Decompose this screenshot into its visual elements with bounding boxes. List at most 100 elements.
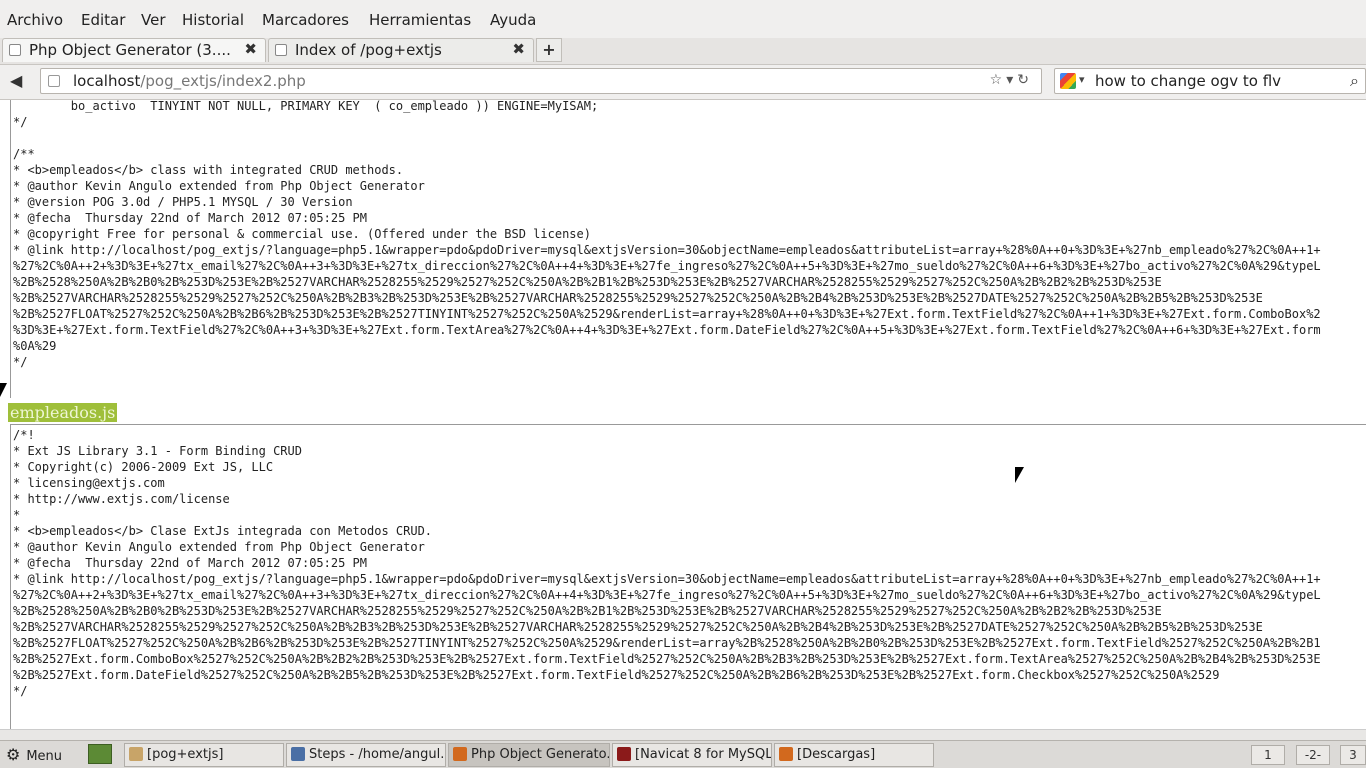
- code-line: * <b>empleados</b> Clase ExtJs integrada…: [13, 524, 433, 538]
- code-line: * @fecha Thursday 22nd of March 2012 07:…: [13, 556, 368, 570]
- code-line: * licensing@extjs.com: [13, 476, 165, 490]
- task-pog-extjs[interactable]: [pog+extjs]: [124, 743, 284, 767]
- start-menu-button[interactable]: ⚙ Menu: [6, 744, 62, 766]
- task-label: [Navicat 8 for MySQL]: [635, 747, 772, 762]
- menu-label: Menu: [26, 749, 63, 764]
- mouse-pointer-icon: [0, 383, 7, 397]
- close-icon[interactable]: ✖: [244, 40, 257, 58]
- url-host: localhost: [73, 72, 141, 90]
- file-label: empleados.js: [8, 403, 118, 422]
- php-code-block: bo_activo TINYINT NOT NULL, PRIMARY KEY …: [13, 100, 1366, 398]
- code-line: * @link http://localhost/pog_extjs/?lang…: [13, 572, 1321, 586]
- js-source-pane: /*! * Ext JS Library 3.1 - Form Binding C…: [10, 424, 1366, 729]
- folder-icon: [129, 747, 143, 761]
- show-desktop-icon[interactable]: [88, 744, 112, 764]
- editor-icon: [291, 747, 305, 761]
- menu-marcadores[interactable]: Marcadores: [262, 11, 349, 29]
- task-steps-terminal[interactable]: Steps - /home/angul...: [286, 743, 446, 767]
- code-line: %0A%29: [13, 339, 57, 353]
- gear-icon: ⚙: [6, 745, 21, 764]
- new-tab-button[interactable]: +: [536, 38, 562, 62]
- task-php-object-generator[interactable]: Php Object Generato...: [448, 743, 610, 767]
- history-dropdown-icon[interactable]: ▾: [1006, 72, 1017, 88]
- code-line: %2B%2527Ext.form.DateField%2527%252C%250…: [13, 668, 1220, 682]
- menu-historial[interactable]: Historial: [182, 11, 244, 29]
- tab-label: Php Object Generator (3....: [29, 41, 231, 59]
- firefox-icon: [453, 747, 467, 761]
- code-line: %2B%2527VARCHAR%2528255%2529%2527%252C%2…: [13, 620, 1263, 634]
- page-icon: [275, 44, 287, 56]
- menu-editar[interactable]: Editar: [81, 11, 125, 29]
- menu-ayuda[interactable]: Ayuda: [490, 11, 536, 29]
- back-arrow-icon[interactable]: ◀: [10, 71, 22, 90]
- tab-index-of-pog-extjs[interactable]: Index of /pog+extjs ✖: [268, 38, 534, 62]
- code-line: %2B%2528%250A%2B%2B0%2B%253D%253E%2B%252…: [13, 604, 1162, 618]
- task-navicat[interactable]: [Navicat 8 for MySQL]: [612, 743, 772, 767]
- code-line: /*!: [13, 428, 35, 442]
- menu-archivo[interactable]: Archivo: [7, 11, 63, 29]
- code-line: bo_activo TINYINT NOT NULL, PRIMARY KEY …: [13, 100, 599, 113]
- tab-label: Index of /pog+extjs: [295, 41, 442, 59]
- task-descargas[interactable]: [Descargas]: [774, 743, 934, 767]
- code-line: /**: [13, 147, 35, 161]
- address-bar-actions: ☆▾↻: [990, 72, 1033, 88]
- php-source-pane: bo_activo TINYINT NOT NULL, PRIMARY KEY …: [10, 100, 1366, 398]
- task-label: Php Object Generato...: [471, 747, 610, 762]
- url-path: /pog_extjs/index2.php: [140, 72, 306, 90]
- code-line: * @author Kevin Angulo extended from Php…: [13, 540, 425, 554]
- code-line: * Ext JS Library 3.1 - Form Binding CRUD: [13, 444, 302, 458]
- bookmark-star-icon[interactable]: ☆: [990, 72, 1007, 88]
- code-line: %2B%2527Ext.form.ComboBox%2527%252C%250A…: [13, 652, 1321, 666]
- code-line: %2B%2527FLOAT%2527%252C%250A%2B%2B6%2B%2…: [13, 307, 1321, 321]
- close-icon[interactable]: ✖: [512, 40, 525, 58]
- navicat-icon: [617, 747, 631, 761]
- code-line: * @author Kevin Angulo extended from Php…: [13, 179, 425, 193]
- download-icon: [779, 747, 793, 761]
- code-line: * @copyright Free for personal & commerc…: [13, 227, 591, 241]
- menu-bar: Archivo Editar Ver Historial Marcadores …: [0, 0, 1366, 38]
- search-input[interactable]: how to change ogv to flv: [1095, 72, 1281, 90]
- workspace-3[interactable]: 3: [1340, 745, 1366, 765]
- workspace-1[interactable]: 1: [1251, 745, 1285, 765]
- task-label: [Descargas]: [797, 747, 876, 762]
- code-line: %27%2C%0A++2+%3D%3E+%27tx_email%27%2C%0A…: [13, 259, 1321, 273]
- taskbar: ⚙ Menu [pog+extjs] Steps - /home/angul...…: [0, 740, 1366, 768]
- address-bar[interactable]: localhost/pog_extjs/index2.php ☆▾↻: [40, 68, 1042, 94]
- code-line: %3D%3E+%27Ext.form.TextField%27%2C%0A++3…: [13, 323, 1321, 337]
- code-line: %2B%2527FLOAT%2527%252C%250A%2B%2B6%2B%2…: [13, 636, 1321, 650]
- reload-icon[interactable]: ↻: [1017, 72, 1033, 88]
- workspace-2[interactable]: -2-: [1296, 745, 1330, 765]
- js-code-block: /*! * Ext JS Library 3.1 - Form Binding C…: [13, 427, 1366, 729]
- code-line: * @link http://localhost/pog_extjs/?lang…: [13, 243, 1321, 257]
- navigation-bar: ◀ localhost/pog_extjs/index2.php ☆▾↻ ▾ h…: [0, 65, 1366, 100]
- code-line: %2B%2528%250A%2B%2B0%2B%253D%253E%2B%252…: [13, 275, 1162, 289]
- code-line: * <b>empleados</b> class with integrated…: [13, 163, 404, 177]
- code-line: %27%2C%0A++2+%3D%3E+%27tx_email%27%2C%0A…: [13, 588, 1321, 602]
- horizontal-scrollbar[interactable]: [0, 729, 1366, 740]
- task-label: [pog+extjs]: [147, 747, 224, 762]
- code-line: * @fecha Thursday 22nd of March 2012 07:…: [13, 211, 368, 225]
- code-line: *: [13, 508, 21, 522]
- code-line: * Copyright(c) 2006-2009 Ext JS, LLC: [13, 460, 274, 474]
- search-icon[interactable]: ⌕: [1350, 71, 1359, 91]
- task-label: Steps - /home/angul...: [309, 747, 446, 762]
- code-line: * http://www.extjs.com/license: [13, 492, 230, 506]
- search-box[interactable]: ▾ how to change ogv to flv ⌕: [1054, 68, 1366, 94]
- menu-ver[interactable]: Ver: [141, 11, 166, 29]
- site-identity-icon[interactable]: [48, 75, 60, 87]
- code-line: %2B%2527VARCHAR%2528255%2529%2527%252C%2…: [13, 291, 1263, 305]
- code-line: */: [13, 355, 28, 369]
- google-icon[interactable]: [1060, 73, 1076, 89]
- page-icon: [9, 44, 21, 56]
- tab-php-object-generator[interactable]: Php Object Generator (3.... ✖: [2, 38, 266, 62]
- mouse-pointer-icon: [1015, 467, 1024, 483]
- menu-herramientas[interactable]: Herramientas: [369, 11, 471, 29]
- code-line: */: [13, 115, 28, 129]
- url-text: localhost/pog_extjs/index2.php: [73, 72, 306, 90]
- search-engine-dropdown-icon[interactable]: ▾: [1079, 73, 1085, 86]
- code-line: */: [13, 684, 28, 698]
